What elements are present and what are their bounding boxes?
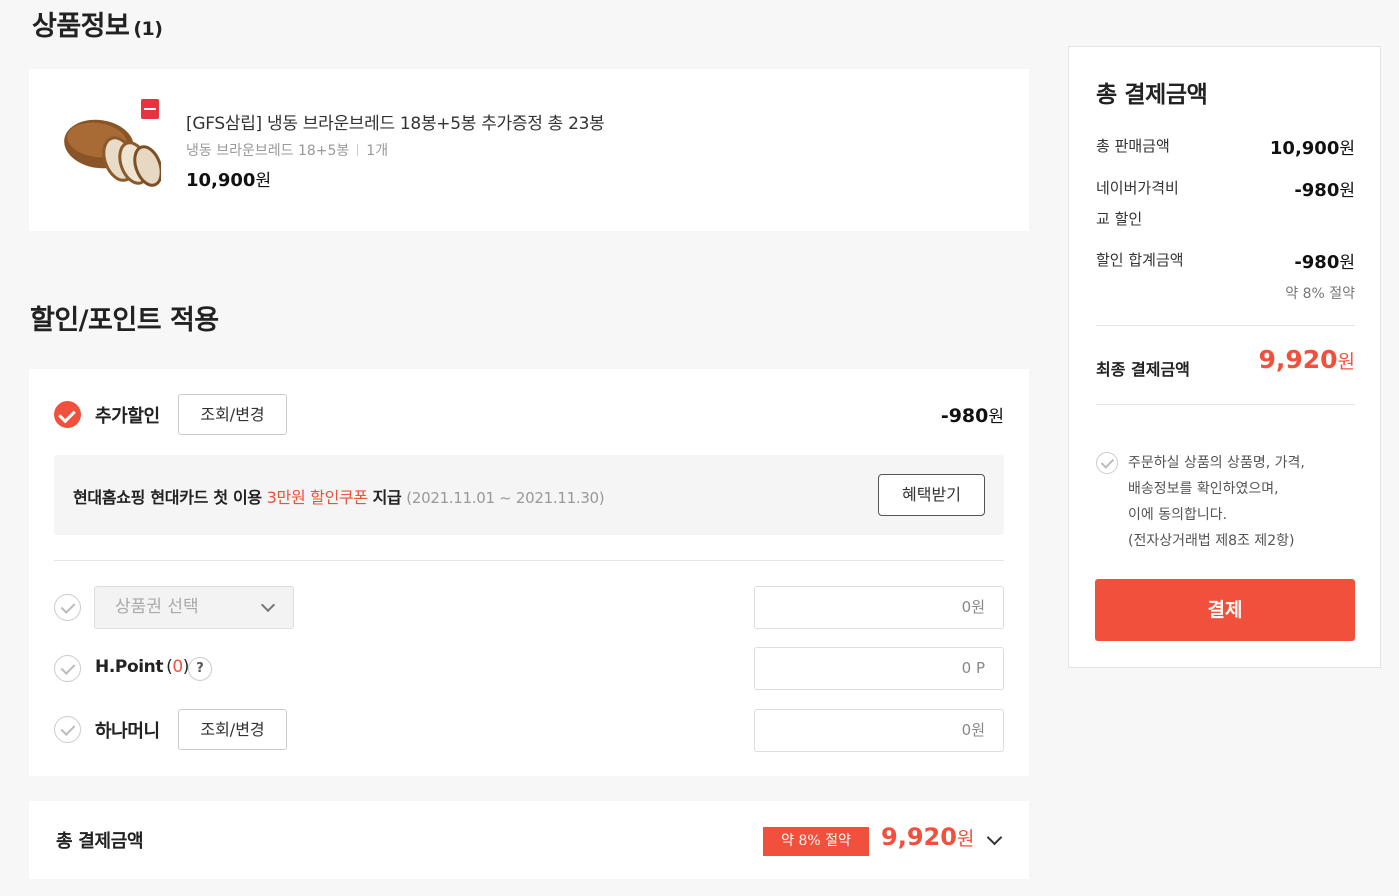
extra-discount-checkbox[interactable] <box>54 401 81 428</box>
discount-total-value: -980 <box>1294 252 1340 273</box>
summary-row-value: -980원 <box>1294 176 1355 201</box>
hanamoney-label: 하나머니 <box>95 721 160 742</box>
hpoint-checkbox[interactable] <box>54 655 81 682</box>
save-badge: 약 8% 절약 <box>763 827 869 856</box>
discount-section-title: 할인/포인트 적용 <box>30 305 219 336</box>
help-icon[interactable]: ? <box>188 657 212 681</box>
hanamoney-lookup-button[interactable]: 조회/변경 <box>178 709 287 750</box>
option-text: 냉동 브라운브레드 18+5봉 <box>186 143 350 159</box>
product-price: 10,900원 <box>186 166 271 191</box>
hanamoney-checkbox[interactable] <box>54 716 81 743</box>
agree-line: 주문하실 상품의 상품명, 가격, <box>1128 455 1305 471</box>
total-amount: 9,920원 <box>881 823 974 851</box>
pay-button[interactable]: 결제 <box>1095 579 1355 641</box>
summary-row-label: 할인 합계금액 <box>1096 251 1184 269</box>
agree-checkbox[interactable] <box>1096 452 1118 474</box>
final-amount-value: 9,920 <box>1258 345 1338 374</box>
hpoint-amount-input[interactable]: 0 P <box>754 647 1004 690</box>
promo-text-suffix: 지급 <box>372 488 402 507</box>
final-amount-label: 최종 결제금액 <box>1096 360 1190 379</box>
summary-divider <box>1096 325 1355 326</box>
quantity-text: 1개 <box>366 143 389 159</box>
gift-card-select-label: 상품권 선택 <box>115 597 199 617</box>
gift-card-select[interactable]: 상품권 선택 <box>94 586 294 629</box>
currency-unit: 원 <box>1339 253 1355 273</box>
summary-row-label: 네이버가격비 교 할인 <box>1096 173 1179 235</box>
price-currency: 원 <box>255 171 272 191</box>
gift-card-checkbox[interactable] <box>54 594 81 621</box>
save-note: 약 8% 절약 <box>1285 286 1355 302</box>
promo-banner: 현대홈쇼핑 현대카드 첫 이용 3만원 할인쿠폰 지급 (2021.11.01 … <box>54 455 1004 535</box>
naver-discount-value: -980 <box>1294 180 1340 201</box>
product-card: [GFS삼립] 냉동 브라운브레드 18봉+5봉 추가증정 총 23봉 냉동 브… <box>29 69 1029 231</box>
product-option: 냉동 브라운브레드 18+5봉 1개 <box>186 140 388 160</box>
agree-text: 주문하실 상품의 상품명, 가격, 배송정보를 확인하였으며, 이에 동의합니다… <box>1128 450 1358 554</box>
discount-card: 추가할인 조회/변경 -980원 현대홈쇼핑 현대카드 첫 이용 3만원 할인쿠… <box>29 369 1029 776</box>
option-divider <box>357 144 359 156</box>
total-label: 총 결제금액 <box>56 831 144 852</box>
promo-text-main: 현대홈쇼핑 현대카드 첫 이용 <box>73 488 262 507</box>
summary-row-label: 총 판매금액 <box>1096 137 1170 155</box>
hanamoney-amount-input[interactable]: 0원 <box>754 709 1004 752</box>
extra-discount-value: -980 <box>940 405 989 427</box>
get-benefit-button[interactable]: 혜택받기 <box>878 474 985 516</box>
agree-line: 배송정보를 확인하였으며, <box>1128 481 1279 497</box>
agree-line: 이에 동의합니다. <box>1128 507 1228 523</box>
hpoint-balance: 0 <box>172 657 183 677</box>
gift-card-amount-input[interactable]: 0원 <box>754 586 1004 629</box>
total-bar[interactable]: 총 결제금액 약 8% 절약 9,920원 <box>29 801 1029 879</box>
hpoint-label: H.Point (0) <box>95 657 189 677</box>
promo-period: (2021.11.01 ~ 2021.11.30) <box>406 489 605 507</box>
product-name[interactable]: [GFS삼립] 냉동 브라운브레드 18봉+5봉 추가증정 총 23봉 <box>186 109 605 134</box>
product-section-title: 상품정보 (1) <box>32 4 163 43</box>
extra-discount-lookup-button[interactable]: 조회/변경 <box>178 394 287 435</box>
total-amount-currency: 원 <box>956 828 975 850</box>
total-amount-value: 9,920 <box>881 823 957 851</box>
price-value: 10,900 <box>186 170 256 191</box>
hpoint-label-text: H.Point <box>95 657 164 677</box>
section-divider <box>54 560 1004 561</box>
summary-row-value: 10,900원 <box>1270 134 1355 159</box>
summary-row-value: -980원 <box>1294 248 1355 273</box>
agree-line: (전자상거래법 제8조 제2항) <box>1128 533 1295 549</box>
extra-discount-currency: 원 <box>988 407 1004 427</box>
sales-total-value: 10,900 <box>1269 138 1340 159</box>
order-summary-panel: 총 결제금액 총 판매금액 10,900원 네이버가격비 교 할인 -980원 … <box>1068 46 1381 668</box>
extra-discount-amount: -980원 <box>941 402 1004 427</box>
summary-divider <box>1096 404 1355 405</box>
brand-logo <box>141 99 159 119</box>
final-amount: 9,920원 <box>1258 345 1355 374</box>
summary-title: 총 결제금액 <box>1096 82 1208 108</box>
expand-chevron-icon[interactable] <box>986 829 1003 846</box>
product-title-text: 상품정보 <box>32 11 130 42</box>
promo-highlight: 3만원 할인쿠폰 <box>266 488 368 507</box>
chevron-down-icon <box>260 597 276 613</box>
currency-unit: 원 <box>1339 139 1355 159</box>
naver-discount-label-2: 교 할인 <box>1096 210 1143 228</box>
final-amount-currency: 원 <box>1337 351 1355 373</box>
extra-discount-label: 추가할인 <box>95 406 160 427</box>
currency-unit: 원 <box>1339 181 1355 201</box>
promo-text: 현대홈쇼핑 현대카드 첫 이용 3만원 할인쿠폰 지급 (2021.11.01 … <box>73 484 605 508</box>
naver-discount-label-1: 네이버가격비 <box>1096 179 1179 197</box>
product-count: (1) <box>133 18 163 40</box>
